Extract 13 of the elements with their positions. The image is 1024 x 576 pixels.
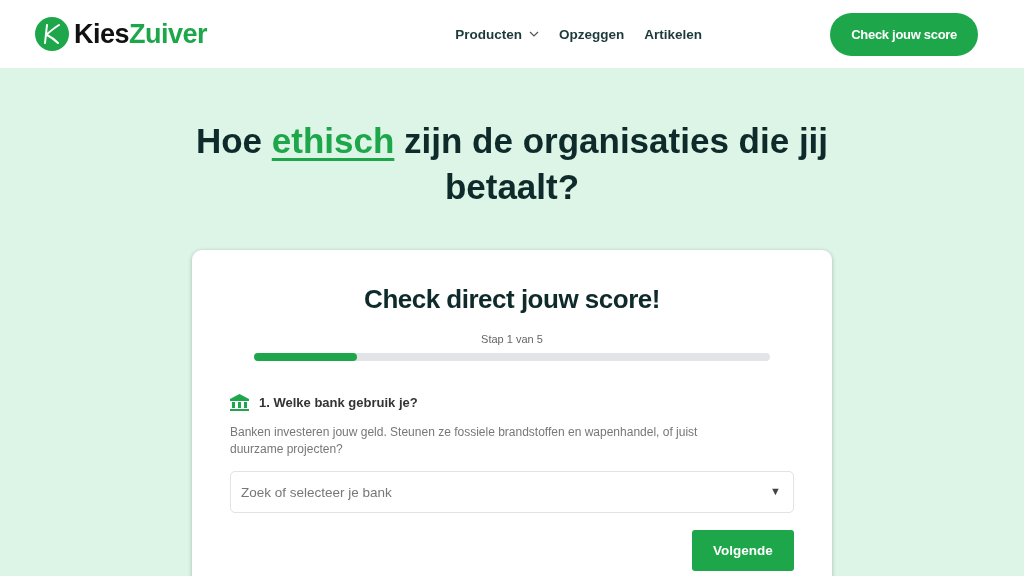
logo-text[interactable]: KiesZuiver [74,18,208,50]
chevron-down-icon [529,31,539,37]
bank-icon [230,394,249,411]
nav-link[interactable]: Opzeggen [559,26,625,42]
card-title: Check direct jouw score! [363,284,661,315]
question-label: 1. Welke bank gebruik je? [259,395,418,410]
question-description: Banken investeren jouw geld. Steunen ze fossiele brandstoffen en wapenhandel, of juist duurzame projecten? [230,424,699,458]
nav-link[interactable]: Artikelen [644,26,703,42]
nav-link[interactable]: Producten [455,26,539,42]
hero-title: Hoe ethisch zijn de organisaties die jij betaalt? [194,120,830,208]
step-label: Stap 1 van 5 [480,333,544,345]
logo-icon [34,16,70,52]
dropdown-arrow: ▼ [770,485,781,497]
